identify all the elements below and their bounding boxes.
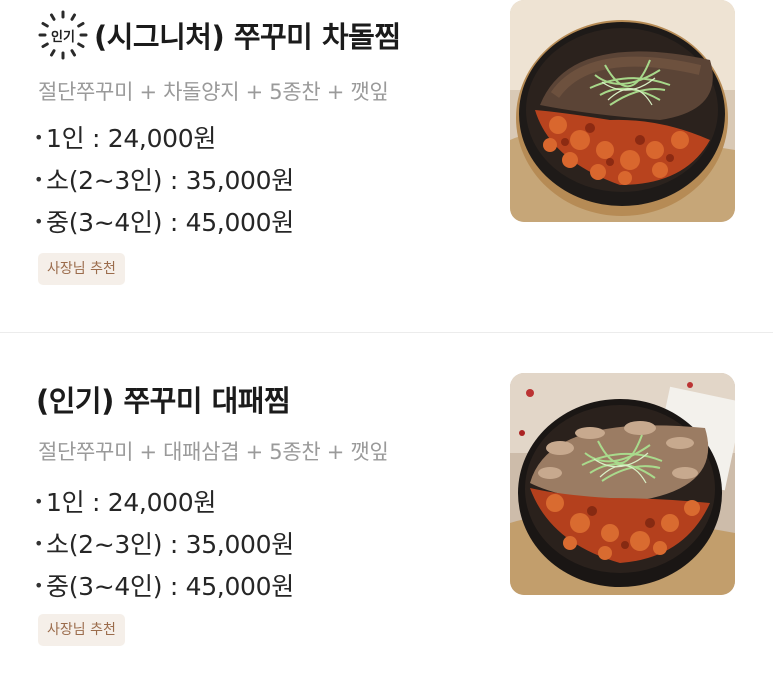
price-text: 1인 : 24,000원: [46, 488, 217, 517]
price-option-single: • 1인 : 24,000원: [34, 480, 294, 522]
menu-photo[interactable]: [510, 373, 735, 595]
price-option-medium: • 중(3~4인) : 45,000원: [34, 200, 294, 242]
price-option-medium: • 중(3~4인) : 45,000원: [34, 564, 294, 606]
owner-recommend-tag: 사장님 추천: [38, 614, 125, 646]
spicy-octopus-pork-belly-photo-icon: [510, 373, 735, 595]
bullet-icon: •: [34, 575, 44, 595]
menu-item-signature-brisket[interactable]: 인기 (시그니처) 쭈꾸미 차돌찜 절단쭈꾸미 + 차돌양지 + 5종찬 + 깻…: [0, 0, 773, 333]
menu-description: 절단쭈꾸미 + 차돌양지 + 5종찬 + 깻잎: [38, 80, 389, 104]
bullet-icon: •: [34, 127, 44, 147]
spicy-octopus-brisket-photo-icon: [510, 0, 735, 222]
price-option-single: • 1인 : 24,000원: [34, 116, 294, 158]
price-list: • 1인 : 24,000원 • 소(2~3인) : 35,000원 • 중(3…: [34, 480, 294, 606]
price-list: • 1인 : 24,000원 • 소(2~3인) : 35,000원 • 중(3…: [34, 116, 294, 242]
popular-badge-label: 인기: [51, 29, 75, 45]
menu-description: 절단쭈꾸미 + 대패삼겹 + 5종찬 + 깻잎: [38, 440, 389, 464]
menu-title-row: (인기) 쭈꾸미 대패찜: [36, 378, 291, 420]
bullet-icon: •: [34, 169, 44, 189]
price-text: 중(3~4인) : 45,000원: [46, 572, 294, 601]
popular-badge-icon: 인기: [36, 8, 90, 62]
price-option-small: • 소(2~3인) : 35,000원: [34, 522, 294, 564]
menu-title-row: 인기 (시그니처) 쭈꾸미 차돌찜: [36, 8, 401, 62]
menu-photo[interactable]: [510, 0, 735, 222]
bullet-icon: •: [34, 533, 44, 553]
price-text: 1인 : 24,000원: [46, 124, 217, 153]
price-option-small: • 소(2~3인) : 35,000원: [34, 158, 294, 200]
price-text: 중(3~4인) : 45,000원: [46, 208, 294, 237]
bullet-icon: •: [34, 211, 44, 231]
section-divider: [0, 332, 773, 333]
price-text: 소(2~3인) : 35,000원: [46, 166, 294, 195]
owner-recommend-tag: 사장님 추천: [38, 253, 125, 285]
menu-title: (인기) 쭈꾸미 대패찜: [36, 384, 291, 418]
menu-title: (시그니처) 쭈꾸미 차돌찜: [94, 20, 401, 54]
price-text: 소(2~3인) : 35,000원: [46, 530, 294, 559]
bullet-icon: •: [34, 491, 44, 511]
